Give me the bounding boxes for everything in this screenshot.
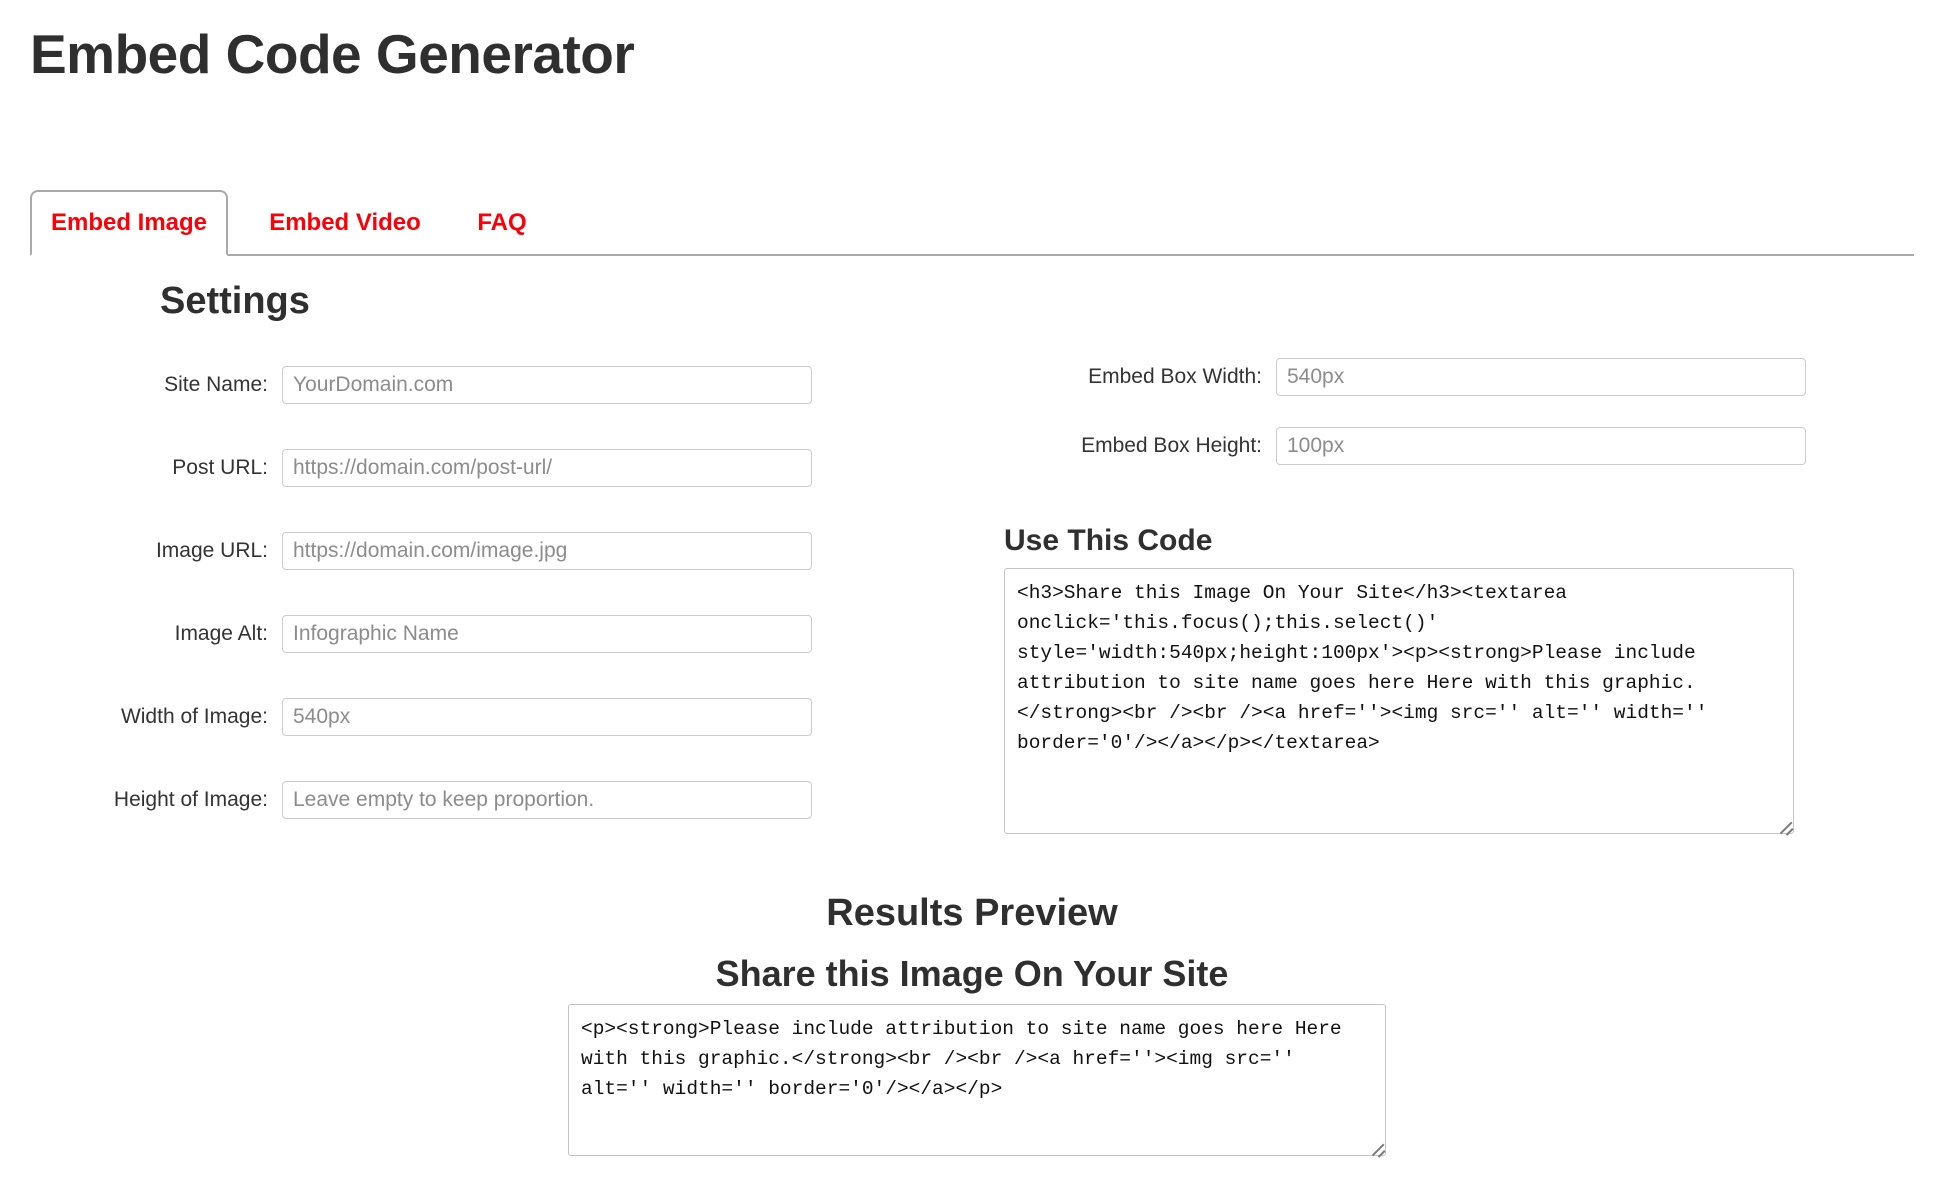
embed-code-textarea[interactable]	[1004, 568, 1794, 834]
field-row-site-name: Site Name:	[40, 366, 812, 404]
tab-faq[interactable]: FAQ	[470, 190, 534, 256]
label-image-alt: Image Alt:	[174, 622, 268, 645]
height-of-image-input[interactable]	[282, 781, 812, 819]
label-embed-box-width: Embed Box Width:	[1088, 365, 1262, 388]
embed-box-height-input[interactable]	[1276, 427, 1806, 465]
page-root: Embed Code Generator Embed Image Embed V…	[0, 0, 1944, 1188]
use-this-code-heading: Use This Code	[1004, 524, 1213, 557]
settings-heading: Settings	[160, 280, 310, 322]
width-of-image-input[interactable]	[282, 698, 812, 736]
share-image-heading: Share this Image On Your Site	[715, 953, 1229, 994]
field-row-post-url: Post URL:	[40, 449, 812, 487]
field-row-image-alt: Image Alt:	[40, 615, 812, 653]
site-name-input[interactable]	[282, 366, 812, 404]
field-row-width-of-image: Width of Image:	[40, 698, 812, 736]
label-post-url: Post URL:	[172, 456, 268, 479]
tab-bar: Embed Image Embed Video FAQ	[30, 190, 1914, 256]
tab-embed-image[interactable]: Embed Image	[30, 190, 228, 256]
results-preview-textarea[interactable]	[568, 1004, 1386, 1156]
post-url-input[interactable]	[282, 449, 812, 487]
label-site-name: Site Name:	[164, 373, 268, 396]
resize-handle-icon[interactable]	[1368, 1138, 1386, 1156]
image-url-input[interactable]	[282, 532, 812, 570]
results-preview-heading: Results Preview	[826, 892, 1118, 934]
field-row-height-of-image: Height of Image:	[40, 781, 812, 819]
label-image-url: Image URL:	[155, 539, 268, 562]
image-alt-input[interactable]	[282, 615, 812, 653]
page-title: Embed Code Generator	[30, 23, 635, 85]
field-row-embed-box-width: Embed Box Width:	[1040, 358, 1806, 396]
field-row-embed-box-height: Embed Box Height:	[1040, 427, 1806, 465]
tab-embed-video[interactable]: Embed Video	[252, 190, 438, 256]
field-row-image-url: Image URL:	[40, 532, 812, 570]
label-width-of-image: Width of Image:	[120, 705, 268, 728]
resize-handle-icon[interactable]	[1776, 816, 1794, 834]
embed-box-width-input[interactable]	[1276, 358, 1806, 396]
label-height-of-image: Height of Image:	[113, 788, 268, 811]
label-embed-box-height: Embed Box Height:	[1081, 434, 1262, 457]
